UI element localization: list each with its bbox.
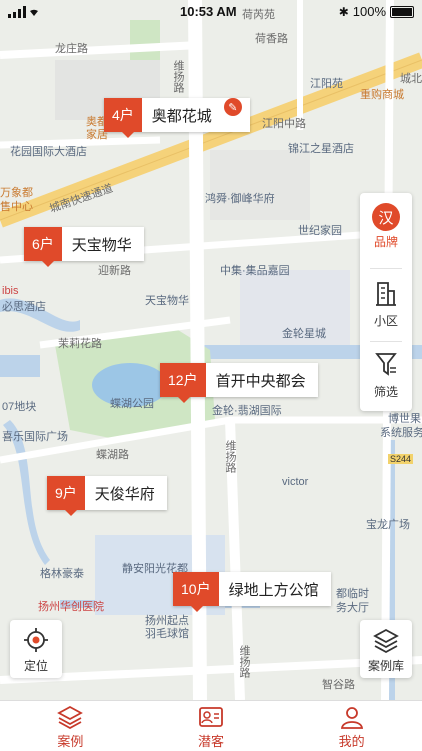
tab-label: 潜客 [198, 734, 225, 749]
map-label: 务大厅 [336, 602, 369, 614]
map-label: ibis [2, 285, 19, 297]
person-icon [340, 707, 363, 729]
divider [370, 341, 402, 342]
map-label: 锦江之星酒店 [288, 143, 354, 155]
filter-button[interactable]: 筛选 [360, 350, 412, 400]
divider [370, 268, 402, 269]
marker-name: 首开中央都会 [215, 372, 306, 390]
filter-panel: 汉 品牌 小区 筛选 [360, 193, 412, 411]
contact-card-icon [199, 707, 223, 727]
district-label: 小区 [373, 314, 398, 328]
map-label: 重购商城 [360, 89, 404, 101]
crosshair-icon [24, 628, 48, 652]
map-label: 扬州华创医院 [38, 601, 104, 613]
filter-label: 筛选 [373, 385, 398, 399]
map-label: 售中心 [0, 201, 33, 213]
map-label: 龙庄路 [55, 43, 88, 55]
map-label: 喜乐国际广场 [2, 431, 68, 443]
map-label: S244 [388, 454, 414, 464]
building-icon [376, 282, 396, 306]
marker-shoukai-zhongyang-duhui[interactable]: 12户 首开中央都会 [160, 363, 318, 403]
bottom-tab-bar: 案例 潜客 我的 [0, 700, 422, 751]
marker-name: 绿地上方公馆 [228, 581, 319, 599]
map-label: 智谷路 [322, 679, 355, 691]
brand-badge-icon: 汉 [372, 203, 400, 231]
funnel-icon [375, 353, 397, 376]
map-label: victor [282, 476, 309, 488]
district-filter-button[interactable]: 小区 [360, 279, 412, 329]
marker-name: 奥都花城 [151, 107, 212, 125]
status-bar: 10:53 AM ✱ 100% [0, 0, 422, 24]
signal-icon [8, 6, 48, 21]
tab-prospects[interactable]: 潜客 [141, 701, 282, 751]
map-label: 花园国际大酒店 [10, 146, 87, 158]
tab-label: 我的 [338, 734, 365, 749]
marker-count: 9户 [47, 476, 85, 510]
status-time: 10:53 AM [180, 4, 237, 19]
map-label: 江阳苑 [310, 78, 343, 90]
map-label: 迎新路 [98, 265, 131, 277]
map-label: 中集·集品嘉园 [220, 265, 290, 277]
marker-lvdi-shangfang-gongguan[interactable]: 10户 绿地上方公馆 [173, 572, 331, 612]
marker-count: 12户 [160, 363, 206, 397]
locate-label: 定位 [23, 659, 48, 673]
map-label: 蝶湖路 [96, 449, 129, 461]
case-library-button[interactable]: 案例库 [360, 620, 412, 678]
map-label: 蝶湖公园 [110, 398, 154, 410]
map-label: 世纪家园 [298, 225, 342, 237]
map-label: 必思酒店 [2, 301, 46, 313]
locate-button[interactable]: 定位 [10, 620, 62, 678]
map-label: 07地块 [2, 401, 37, 413]
brand-filter-button[interactable]: 汉 品牌 [360, 203, 412, 250]
marker-tianbao-wuhua[interactable]: 6户 天宝物华 [24, 227, 144, 267]
marker-tianjun-huafu[interactable]: 9户 天俊华府 [47, 476, 167, 516]
tab-cases[interactable]: 案例 [0, 701, 141, 751]
bluetooth-icon: ✱ [338, 4, 349, 19]
map-label: 鸿舜·御峰华府 [205, 193, 275, 205]
map-label: 宝龙广场 [366, 519, 410, 531]
map-label: 金轮星城 [282, 328, 326, 340]
map-label: 金轮·翡湖国际 [212, 405, 282, 417]
map-label: 江阳中路 [262, 118, 306, 130]
map-label: 天宝物华 [145, 295, 189, 307]
map-label: 格林豪泰 [40, 568, 84, 580]
marker-aodu-huacheng[interactable]: 4户 奥都花城 ✎ [104, 98, 250, 138]
marker-name: 天宝物华 [71, 236, 132, 254]
map-label: 城北 [400, 73, 422, 85]
map-label: 系统服务 [380, 427, 422, 439]
map-label: 荷香路 [255, 33, 288, 45]
marker-name: 天俊华府 [94, 485, 155, 503]
marker-count: 4户 [104, 98, 142, 132]
tab-mine[interactable]: 我的 [281, 701, 422, 751]
brand-label: 品牌 [373, 235, 398, 249]
battery-percent: 100% [352, 4, 386, 19]
map-label: 维扬路 [238, 645, 250, 678]
map-label: 维扬路 [224, 440, 236, 473]
map-label: 维扬路 [172, 60, 184, 93]
tab-label: 案例 [57, 734, 84, 749]
layers-icon [57, 705, 84, 729]
marker-count: 10户 [173, 572, 219, 606]
marker-count: 6户 [24, 227, 62, 261]
layers-icon [373, 628, 399, 654]
map-label: 茉莉花路 [58, 338, 102, 350]
battery-icon [390, 5, 414, 18]
map-label: 羽毛球馆 [145, 628, 189, 640]
case-library-label: 案例库 [367, 659, 404, 673]
wrench-icon: ✎ [223, 98, 242, 116]
